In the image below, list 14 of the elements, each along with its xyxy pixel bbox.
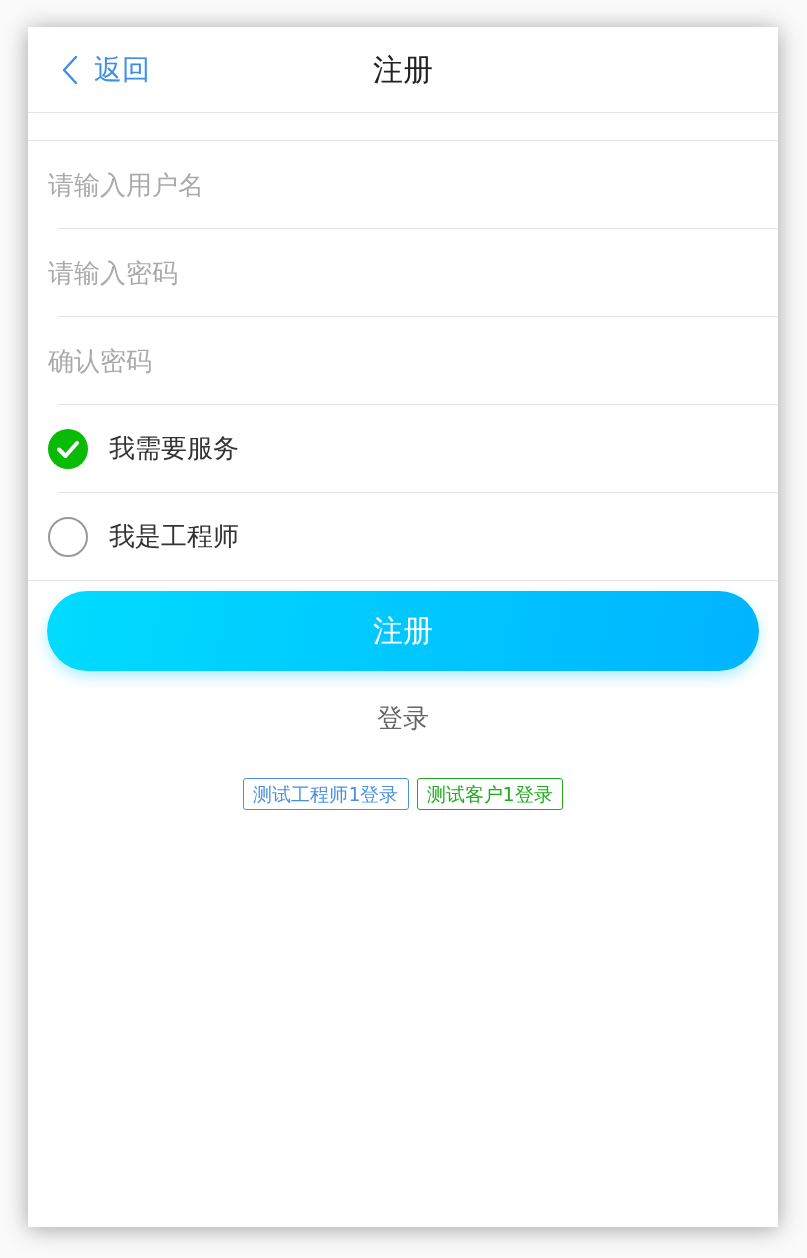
input-field[interactable]: 请输入密码 [48, 242, 728, 303]
checked-radio-icon[interactable] [48, 428, 88, 469]
role-option-label[interactable]: 我需要服务 [109, 432, 239, 465]
page-title: 注册 [373, 51, 433, 88]
register-button[interactable]: 注册 [47, 591, 759, 671]
chevron-left-icon [62, 56, 78, 84]
role-option-label[interactable]: 我是工程师 [109, 520, 239, 553]
back-button[interactable]: 返回 [58, 47, 154, 93]
test-login-button[interactable]: 测试客户1登录 [416, 778, 563, 811]
input-field[interactable]: 请输入用户名 [48, 154, 728, 215]
radio-icon[interactable] [48, 516, 88, 557]
login-link[interactable]: 登录 [369, 699, 437, 739]
input-field[interactable]: 确认密码 [48, 330, 728, 391]
test-login-button[interactable]: 测试工程师1登录 [243, 778, 409, 811]
